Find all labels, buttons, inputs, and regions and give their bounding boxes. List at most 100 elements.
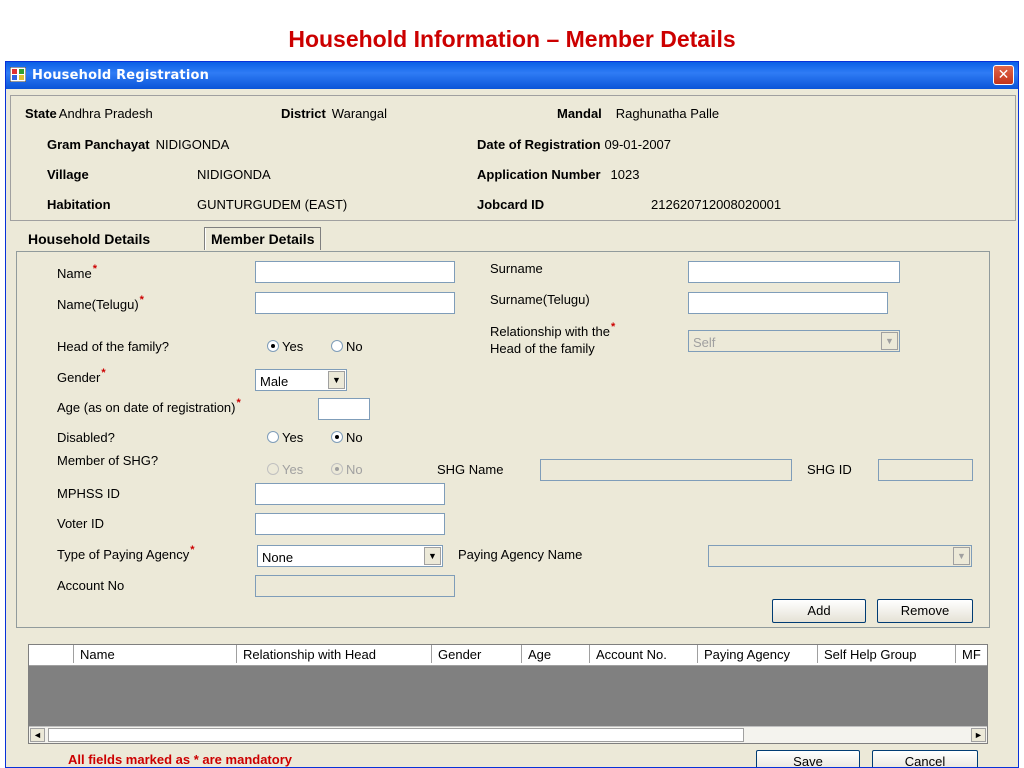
date-of-registration-field: Date of Registration 09-01-2007 — [477, 137, 671, 152]
radio-empty-icon — [331, 340, 343, 352]
district-field: District Warangal — [281, 106, 387, 121]
slide-title: Household Information – Member Details — [288, 26, 736, 52]
surname-input[interactable] — [688, 261, 900, 283]
dropdown-arrow-icon: ▼ — [424, 547, 441, 565]
application-number-field: Application Number 1023 — [477, 167, 639, 182]
village-value: NIDIGONDA — [197, 167, 271, 182]
surname-telugu-label: Surname(Telugu) — [490, 292, 590, 307]
radio-empty-icon — [267, 431, 279, 443]
jobcard-value: 212620712008020001 — [651, 197, 782, 212]
radio-selected-icon — [331, 463, 343, 475]
relationship-label: Relationship with the* Head of the family — [490, 321, 616, 356]
voter-id-input[interactable] — [255, 513, 445, 535]
disabled-label: Disabled? — [57, 430, 115, 445]
radio-empty-icon — [267, 463, 279, 475]
state-field: State Andhra Pradesh — [25, 106, 153, 121]
district-label: District — [281, 106, 326, 121]
household-registration-window: Household Registration ✕ State Andhra Pra… — [5, 61, 1019, 768]
tab-household-details[interactable]: Household Details — [24, 229, 154, 249]
head-no-radio[interactable]: No — [331, 339, 363, 354]
required-marker: * — [236, 397, 241, 409]
relationship-select[interactable]: Self ▼ — [688, 330, 900, 352]
grid-col-account-no[interactable]: Account No. — [589, 645, 697, 663]
disabled-yes-radio[interactable]: Yes — [267, 430, 303, 445]
grid-col-mf[interactable]: MF — [955, 645, 987, 663]
gram-panchayat-value: NIDIGONDA — [155, 137, 230, 152]
habitation-field: Habitation — [47, 197, 117, 212]
application-number-value: 1023 — [610, 167, 640, 182]
paying-agency-name-label: Paying Agency Name — [458, 547, 583, 562]
grid-col-paying-agency[interactable]: Paying Agency — [697, 645, 817, 663]
tab-member-details[interactable]: Member Details — [204, 227, 322, 250]
shg-yes-radio[interactable]: Yes — [267, 462, 303, 477]
gram-panchayat-label: Gram Panchayat — [47, 137, 150, 152]
close-icon[interactable]: ✕ — [993, 65, 1014, 85]
grid-col-age[interactable]: Age — [521, 645, 589, 663]
scroll-left-icon[interactable]: ◄ — [30, 728, 45, 742]
surname-telugu-input[interactable] — [688, 292, 888, 314]
mphss-id-label: MPHSS ID — [57, 486, 120, 501]
scrollbar-thumb[interactable] — [48, 728, 744, 742]
mandal-label: Mandal — [557, 106, 602, 121]
name-telugu-label: Name(Telugu)* — [57, 294, 144, 312]
paying-agency-type-select[interactable]: None ▼ — [257, 545, 443, 567]
required-marker: * — [101, 367, 106, 379]
age-input[interactable] — [318, 398, 370, 420]
habitation-label: Habitation — [47, 197, 111, 212]
state-value: Andhra Pradesh — [58, 106, 153, 121]
district-value: Warangal — [331, 106, 387, 121]
add-button[interactable]: Add — [772, 599, 866, 623]
jobcard-label: Jobcard ID — [477, 197, 545, 212]
mandal-field: Mandal Raghunatha Palle — [557, 106, 719, 121]
remove-button[interactable]: Remove — [877, 599, 973, 623]
dropdown-arrow-icon: ▼ — [953, 547, 970, 565]
state-label: State — [25, 106, 57, 121]
radio-selected-icon — [267, 340, 279, 352]
required-marker: * — [92, 263, 97, 275]
shg-no-radio[interactable]: No — [331, 462, 363, 477]
required-marker: * — [139, 294, 144, 306]
household-header-panel: State Andhra Pradesh District Warangal Man… — [10, 95, 1016, 221]
shg-name-label: SHG Name — [437, 462, 504, 477]
mphss-id-input[interactable] — [255, 483, 445, 505]
grid-col-name[interactable]: Name — [73, 645, 236, 663]
grid-col-gender[interactable]: Gender — [431, 645, 521, 663]
name-telugu-input[interactable] — [255, 292, 455, 314]
window-title: Household Registration — [32, 68, 210, 83]
account-no-label: Account No — [57, 578, 125, 593]
voter-id-label: Voter ID — [57, 516, 104, 531]
shg-id-input[interactable] — [878, 459, 973, 481]
paying-agency-name-select[interactable]: ▼ — [708, 545, 972, 567]
window-titlebar[interactable]: Household Registration ✕ — [6, 62, 1018, 89]
shg-id-label: SHG ID — [807, 462, 852, 477]
gram-panchayat-field: Gram Panchayat NIDIGONDA — [47, 137, 229, 152]
habitation-value: GUNTURGUDEM (EAST) — [197, 197, 348, 212]
gender-select[interactable]: Male ▼ — [255, 369, 347, 391]
name-input[interactable] — [255, 261, 455, 283]
grid-header-row: Name Relationship with Head Gender Age A… — [29, 645, 987, 666]
save-button[interactable]: Save — [756, 750, 860, 767]
paying-agency-type-label: Type of Paying Agency* — [57, 544, 195, 562]
village-field: Village — [47, 167, 95, 182]
head-yes-radio[interactable]: Yes — [267, 339, 303, 354]
age-label: Age (as on date of registration)* — [57, 397, 241, 415]
shg-name-input[interactable] — [540, 459, 792, 481]
mandatory-fields-note: All fields marked as * are mandatory — [68, 752, 292, 767]
dropdown-arrow-icon: ▼ — [328, 371, 345, 389]
grid-horizontal-scrollbar[interactable]: ◄ ► — [29, 726, 987, 743]
disabled-no-radio[interactable]: No — [331, 430, 363, 445]
dropdown-arrow-icon: ▼ — [881, 332, 898, 350]
head-of-family-label: Head of the family? — [57, 339, 170, 354]
application-number-label: Application Number — [477, 167, 601, 182]
cancel-button[interactable]: Cancel — [872, 750, 978, 767]
date-of-registration-label: Date of Registration — [477, 137, 601, 152]
surname-label: Surname — [490, 261, 543, 276]
grid-col-relationship[interactable]: Relationship with Head — [236, 645, 431, 663]
grid-col-self-help-group[interactable]: Self Help Group — [817, 645, 955, 663]
scroll-right-icon[interactable]: ► — [971, 728, 986, 742]
required-marker: * — [610, 321, 616, 333]
account-no-input[interactable] — [255, 575, 455, 597]
jobcard-field: Jobcard ID — [477, 197, 550, 212]
app-window-icon — [10, 67, 26, 82]
date-of-registration-value: 09-01-2007 — [604, 137, 672, 152]
